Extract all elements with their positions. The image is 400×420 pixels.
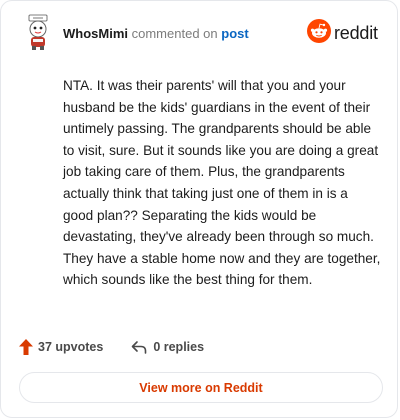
reply-arrow-icon	[131, 340, 147, 354]
replies-button[interactable]: 0 replies	[131, 340, 204, 354]
arrow-up-icon	[19, 339, 33, 355]
comment-embed-card: WhosMimi commented on post reddit NTA. I…	[0, 0, 398, 418]
reddit-wordmark: reddit	[334, 23, 378, 43]
replies-count: 0 replies	[153, 340, 205, 354]
username-link[interactable]: WhosMimi	[63, 26, 128, 41]
action-text: commented on	[131, 26, 218, 41]
upvotes-count: 37 upvotes	[38, 340, 104, 354]
reddit-snoo-icon	[307, 19, 331, 48]
upvotes-button[interactable]: 37 upvotes	[19, 339, 103, 355]
comment-body: NTA. It was their parents' will that you…	[63, 78, 381, 288]
reddit-logo[interactable]: reddit	[307, 19, 378, 48]
post-link[interactable]: post	[221, 26, 248, 41]
user-avatar[interactable]	[19, 13, 59, 53]
comment-footer: 37 upvotes 0 replies	[19, 339, 204, 355]
comment-header: WhosMimi commented on post	[63, 26, 249, 41]
view-more-button[interactable]: View more on Reddit	[19, 372, 383, 403]
